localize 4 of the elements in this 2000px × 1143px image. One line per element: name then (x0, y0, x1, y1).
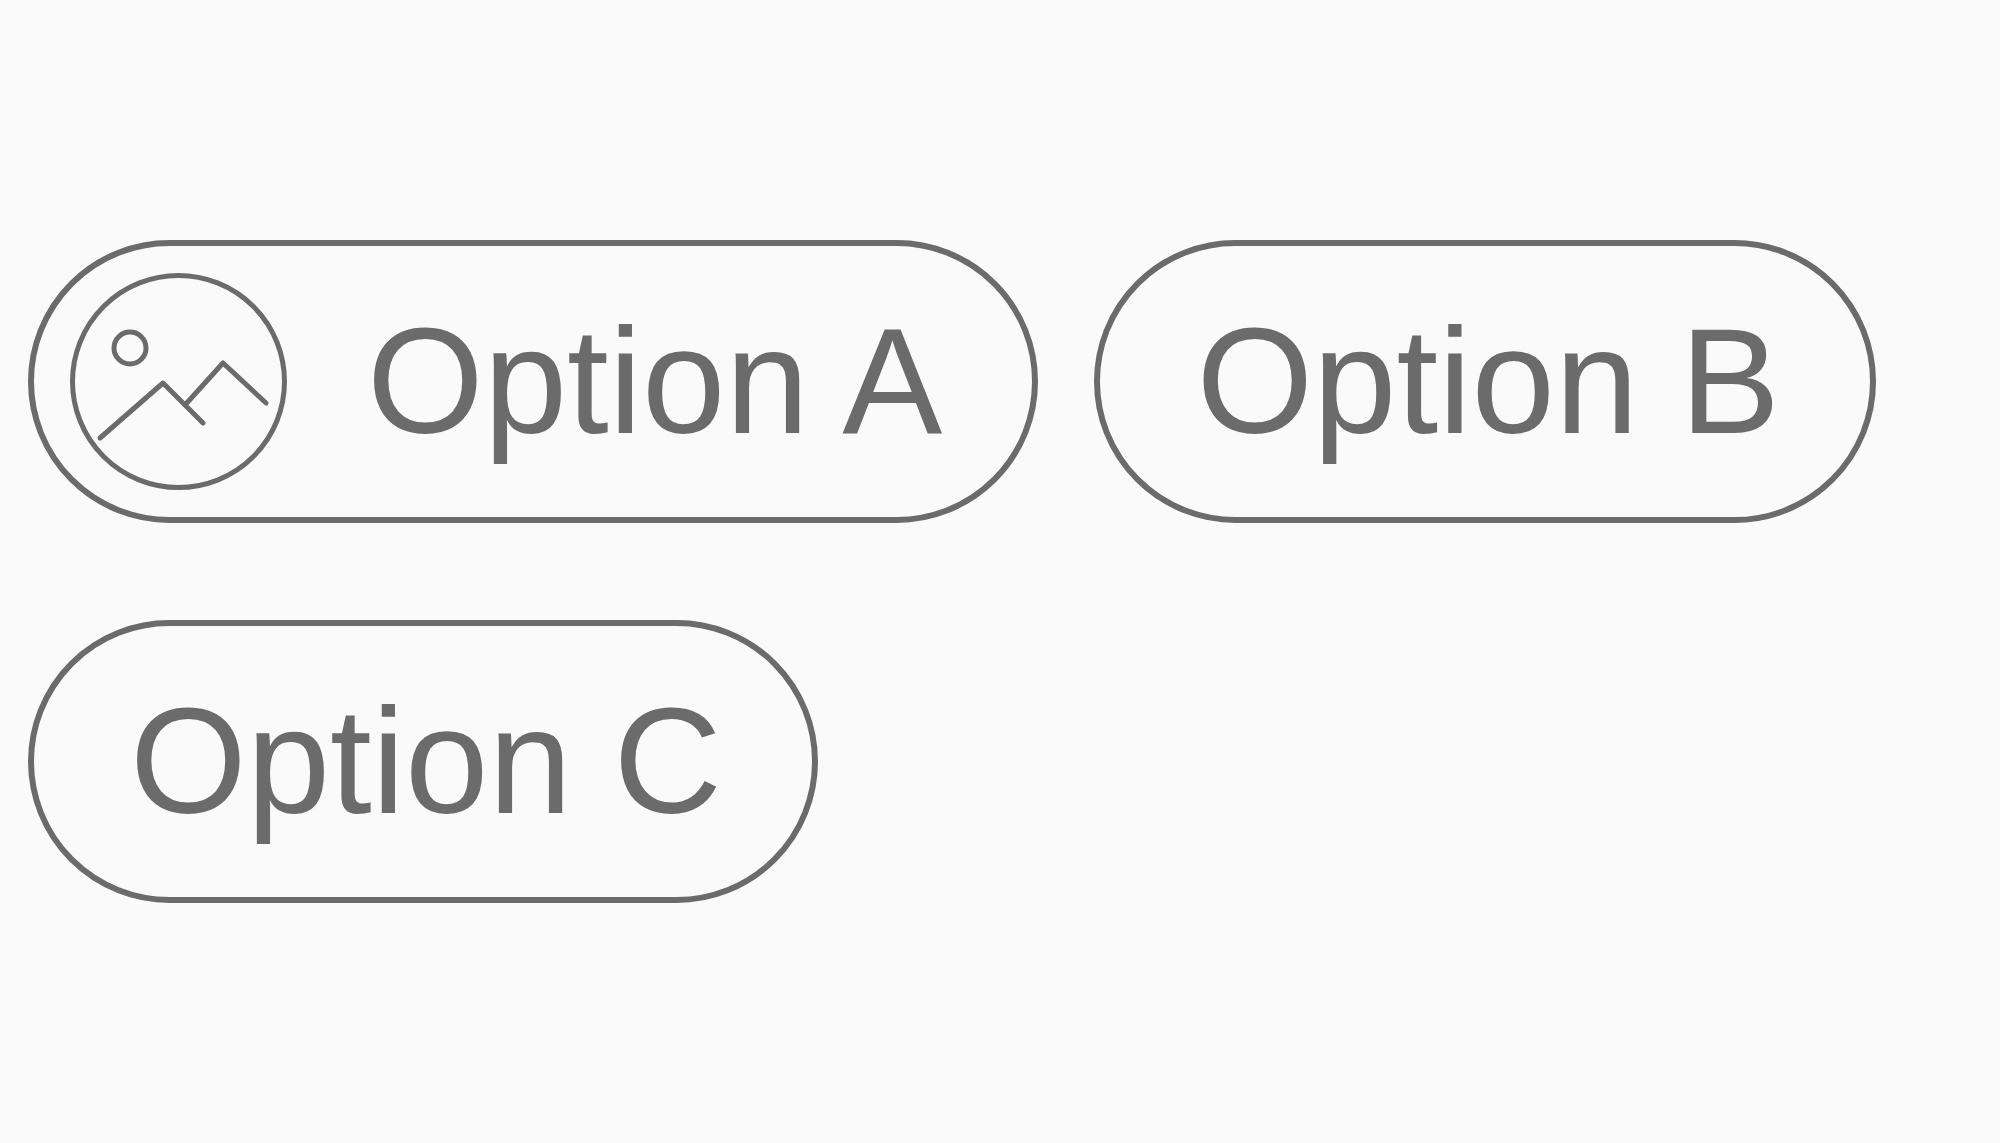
option-chip[interactable]: Option A (28, 240, 1039, 523)
image-icon (70, 273, 287, 490)
option-chip[interactable]: Option C (28, 620, 818, 903)
option-chip[interactable]: Option B (1094, 240, 1877, 523)
